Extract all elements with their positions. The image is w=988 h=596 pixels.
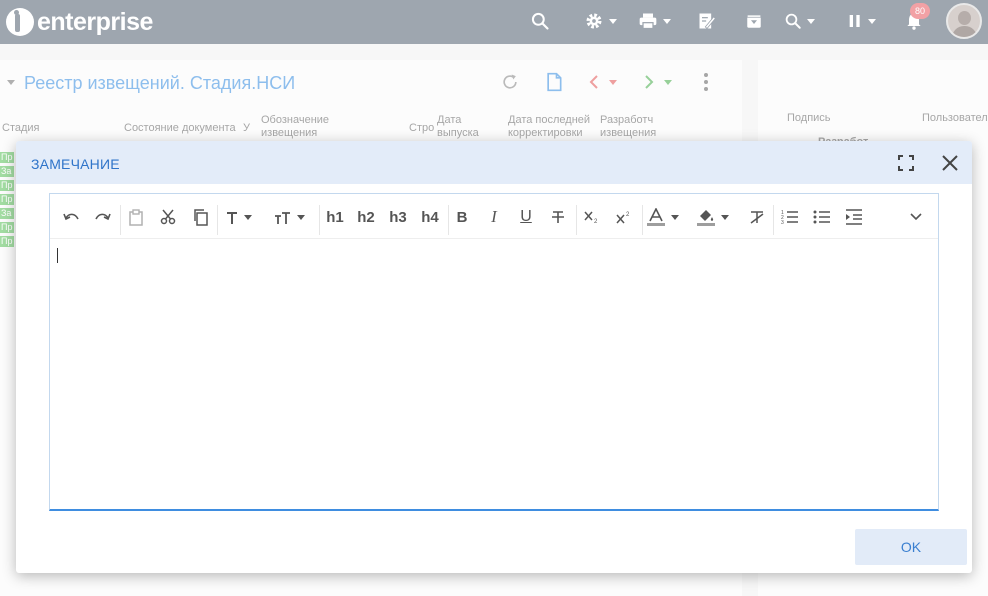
paste-icon[interactable]	[127, 204, 145, 230]
italic-button[interactable]: I	[485, 204, 503, 230]
ok-button[interactable]: OK	[855, 529, 967, 565]
cut-icon[interactable]	[159, 204, 177, 230]
undo-icon[interactable]	[62, 204, 80, 230]
font-size-icon	[275, 211, 290, 224]
editor-toolbar: h1 h2 h3 h4 B I U 2 2 1 2 3	[50, 194, 938, 239]
topbar-dim	[0, 0, 988, 44]
heading-1-button[interactable]: h1	[325, 204, 345, 230]
svg-text:2: 2	[626, 212, 630, 218]
highlight-icon	[697, 210, 715, 226]
bold-button[interactable]: B	[453, 204, 471, 230]
copy-icon[interactable]	[191, 204, 209, 230]
rich-text-editor: h1 h2 h3 h4 B I U 2 2 1 2 3	[49, 193, 939, 511]
highlight-dropdown[interactable]	[697, 204, 737, 230]
underline-button[interactable]: U	[517, 204, 535, 230]
font-size-dropdown[interactable]	[274, 204, 314, 230]
indent-icon[interactable]	[845, 204, 863, 230]
fullscreen-icon[interactable]	[895, 152, 917, 174]
text-color-icon	[647, 208, 665, 226]
more-icon[interactable]	[907, 204, 925, 230]
heading-3-button[interactable]: h3	[387, 204, 409, 230]
editor-content[interactable]	[50, 239, 938, 509]
bullet-list-icon[interactable]	[813, 204, 831, 230]
ordered-list-icon[interactable]: 123	[781, 204, 799, 230]
strikethrough-icon[interactable]	[549, 204, 567, 230]
heading-2-button[interactable]: h2	[355, 204, 377, 230]
font-family-icon	[227, 211, 237, 224]
superscript-icon[interactable]: 2	[615, 204, 633, 230]
text-cursor	[57, 248, 58, 263]
text-color-dropdown[interactable]	[647, 204, 685, 230]
heading-4-button[interactable]: h4	[419, 204, 441, 230]
dialog-header: ЗАМЕЧАНИЕ	[16, 141, 972, 184]
svg-text:2: 2	[594, 219, 598, 224]
close-icon[interactable]	[939, 152, 961, 174]
dialog-title: ЗАМЕЧАНИЕ	[31, 156, 120, 172]
svg-text:3: 3	[781, 220, 784, 225]
remark-dialog: ЗАМЕЧАНИЕ h1 h2 h3 h4 B I U 2 2 1 2 3 OK	[16, 141, 972, 573]
redo-icon[interactable]	[94, 204, 112, 230]
clear-format-icon[interactable]	[748, 204, 766, 230]
subscript-icon[interactable]: 2	[583, 204, 601, 230]
font-family-dropdown[interactable]	[226, 204, 262, 230]
